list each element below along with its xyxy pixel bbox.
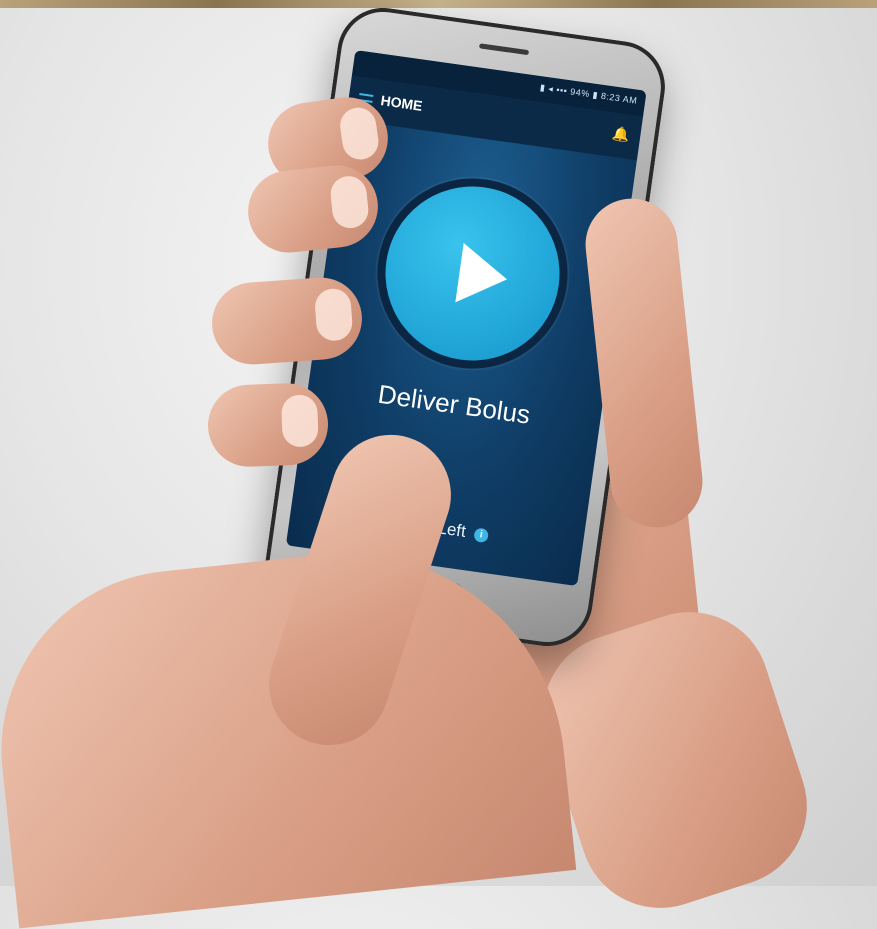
top-border [0, 0, 877, 8]
fingernail [313, 287, 354, 342]
bell-icon[interactable]: 🔔 [611, 125, 630, 143]
play-icon [455, 242, 512, 310]
photo-scene: ▮ ◂ ▪▪▪ 94% ▮ 8:23 AM HOME 🔔 Deliver Bol… [0, 0, 877, 929]
fingernail [280, 394, 319, 448]
fingernail [337, 105, 381, 162]
deliver-bolus-label: Deliver Bolus [376, 378, 533, 430]
info-icon[interactable]: i [473, 526, 490, 543]
page-title: HOME [379, 92, 424, 114]
fingernail [328, 174, 371, 230]
deliver-bolus-button[interactable] [374, 175, 571, 372]
left-finger-4 [206, 381, 330, 469]
deliver-bolus-ring [365, 166, 580, 381]
left-finger-3 [209, 274, 365, 368]
